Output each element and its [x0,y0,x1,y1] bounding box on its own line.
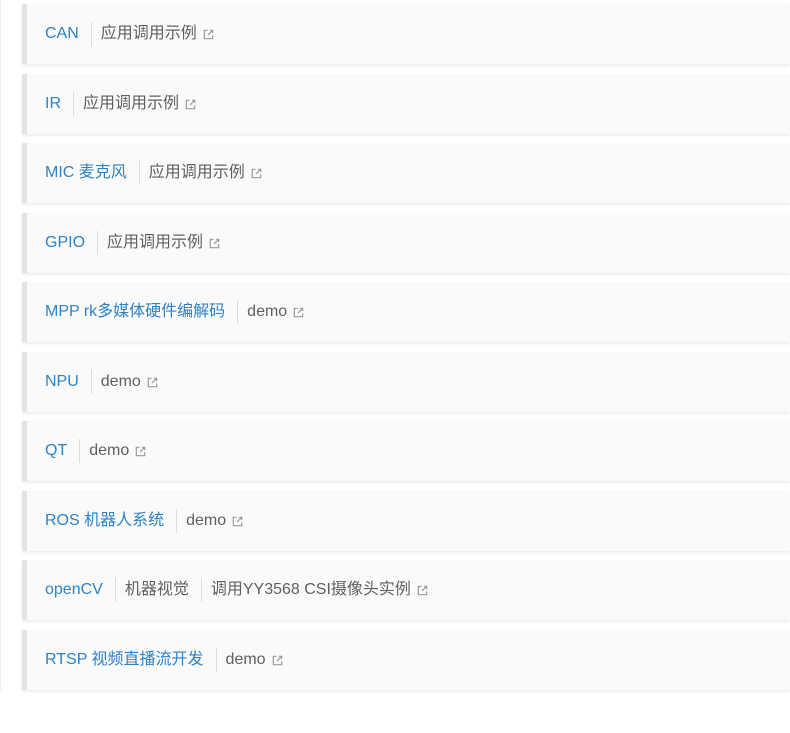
card-description: 应用调用示例 [148,164,245,181]
external-link-icon[interactable] [202,28,215,41]
external-link-icon[interactable] [146,376,159,389]
resource-card: CAN 应用调用示例 [22,4,790,64]
resource-card: QT demo [22,421,790,481]
resource-card: ROS 机器人系统 demo [22,491,790,551]
separator [90,22,92,46]
separator [200,578,202,602]
resource-card: openCV 机器视觉 调用YY3568 CSI摄像头实例 [22,560,790,620]
separator [114,578,116,602]
card-title-link[interactable]: GPIO [45,233,85,253]
resource-card: IR 应用调用示例 [22,74,790,134]
card-description: 应用调用示例 [107,234,204,251]
external-link-icon[interactable] [134,445,147,458]
card-description: demo [89,442,130,459]
card-description: 机器视觉 [124,581,189,598]
card-title-link[interactable]: CAN [45,24,79,44]
external-link-icon[interactable] [184,98,197,111]
resource-card: RTSP 视频直播流开发 demo [22,630,790,690]
separator [79,439,81,463]
external-link-icon[interactable] [416,584,429,597]
external-link-icon[interactable] [208,237,221,250]
external-link-icon[interactable] [271,654,284,667]
separator [215,648,217,672]
separator [73,92,74,116]
card-title-link[interactable]: ROS 机器人系统 [45,511,164,531]
external-link-icon[interactable] [250,167,263,180]
card-description: 应用调用示例 [83,95,180,112]
card-description: 应用调用示例 [100,25,197,42]
separator [138,161,140,185]
card-title-link[interactable]: MPP rk多媒体硬件编解码 [45,302,225,322]
card-description: demo [225,651,266,668]
separator [90,370,92,394]
resource-card: NPU demo [22,352,790,412]
card-title-link[interactable]: QT [45,441,67,461]
external-link-icon[interactable] [292,306,305,319]
resource-card: GPIO 应用调用示例 [22,213,790,273]
card-description: demo [247,303,288,320]
card-description: demo [186,512,227,529]
separator [176,509,178,533]
separator [97,231,99,255]
card-description: demo [100,373,141,390]
separator [237,300,239,324]
resource-card: MIC 麦克风 应用调用示例 [22,143,790,203]
card-title-link[interactable]: NPU [45,372,79,392]
page: CAN 应用调用示例 IR 应用调用示例 MIC 麦克风 应用调用示例 GPIO 应用调用示例… [0,0,790,733]
card-description: 调用YY3568 CSI摄像头实例 [210,581,411,598]
resource-card: MPP rk多媒体硬件编解码 demo [22,282,790,342]
card-title-link[interactable]: RTSP 视频直播流开发 [45,650,204,670]
external-link-icon[interactable] [231,515,244,528]
left-divider [0,0,1,690]
card-title-link[interactable]: MIC 麦克风 [45,163,127,183]
card-title-link[interactable]: openCV [45,580,103,600]
card-title-link[interactable]: IR [45,94,61,114]
